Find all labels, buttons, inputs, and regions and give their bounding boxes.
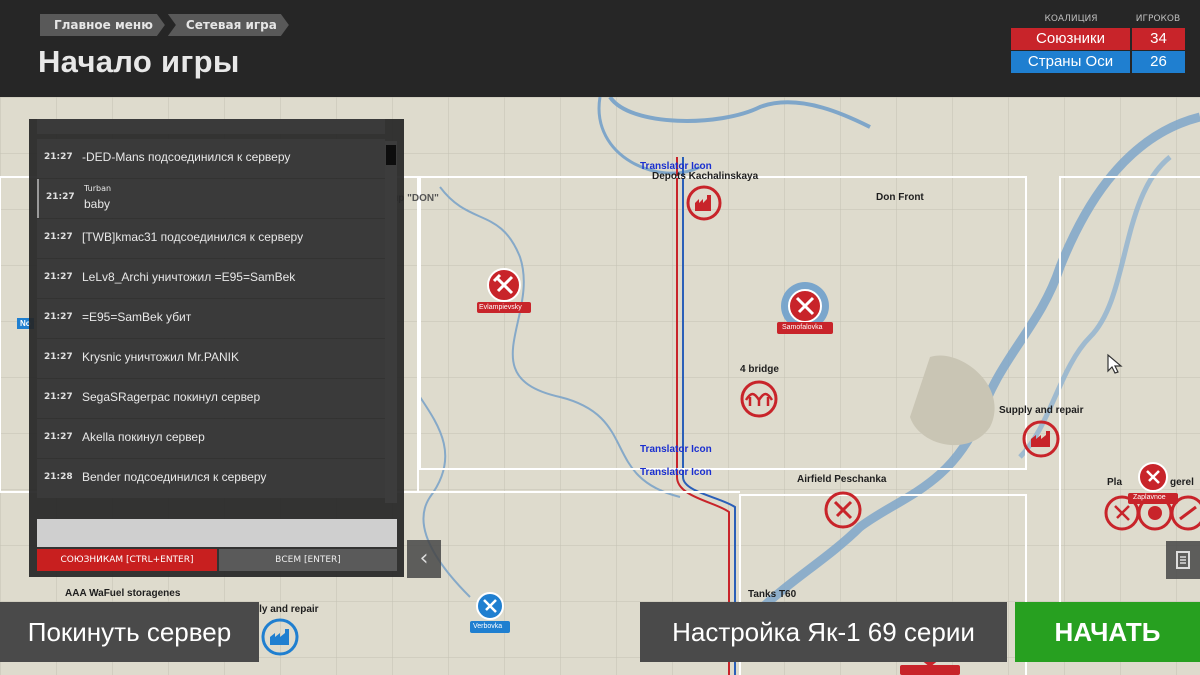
- chat-message-sender: Turban: [84, 184, 112, 193]
- map-label-supply-repair: Supply and repair: [999, 405, 1084, 416]
- chat-message: 21:27 SegaSRagerpac покинул сервер: [37, 379, 385, 418]
- map-label-depots-kachalinskaya: Depots Kachalinskaya: [652, 171, 759, 182]
- supply-marker[interactable]: [1022, 420, 1060, 458]
- chat-message-text: LeLv8_Archi уничтожил =E95=SamBek: [82, 270, 296, 284]
- chat-message-text: Krysnic уничтожил Mr.PANIK: [82, 350, 240, 364]
- coalition-column-header: КОАЛИЦИЯ: [1044, 14, 1098, 24]
- chat-message-text: Akella покинул сервер: [82, 430, 205, 444]
- chat-message-time: 21:27: [44, 152, 73, 162]
- chat-message-list[interactable]: 21:27 -DED-Mans подсоединился к серверу 21…: [37, 139, 385, 503]
- breadcrumb-main-menu[interactable]: Главное меню: [40, 14, 165, 36]
- breadcrumb: Главное меню Сетевая игра: [40, 14, 292, 36]
- chat-message-text: -DED-Mans подсоединился к серверу: [82, 150, 291, 164]
- map-label-aaa: AAA WaFuel storagenes: [65, 588, 181, 599]
- chat-message-time: 21:27: [44, 352, 73, 362]
- chat-message-text: Bender подсоединился к серверу: [82, 470, 267, 484]
- marker-label-zaplavnoe: Zaplavnoe: [1133, 494, 1166, 501]
- chat-message-time: 21:28: [44, 472, 73, 482]
- map-label-translator: Translator Icon: [640, 444, 712, 455]
- marker-label-verbovka: Verbovka: [473, 623, 503, 630]
- list-icon: [1176, 551, 1190, 569]
- chat-message-time: 21:27: [44, 312, 73, 322]
- breadcrumb-network-game[interactable]: Сетевая игра: [168, 14, 289, 36]
- bridge-marker[interactable]: [740, 380, 778, 418]
- plane-setup-button[interactable]: Настройка Як-1 69 серии: [640, 602, 1007, 662]
- chat-message: 21:27 Turban baby: [37, 179, 385, 218]
- marker-label-samofalovka: Samofalovka: [782, 324, 823, 331]
- chat-message-time: 21:27: [44, 432, 73, 442]
- coalition-row-axis: Страны Оси 26: [1011, 51, 1185, 73]
- airfield-peschanka-marker[interactable]: [823, 490, 863, 530]
- chat-message-time: 21:27: [46, 192, 75, 202]
- chat-message: 21:27 Krysnic уничтожил Mr.PANIK: [37, 339, 385, 378]
- players-column-header: ИГРОКОВ: [1135, 14, 1181, 24]
- coalition-player-count: 34: [1132, 28, 1185, 50]
- chat-input[interactable]: [37, 519, 397, 547]
- coalition-row-allies: Союзники 34: [1011, 28, 1185, 50]
- chat-scrollbar[interactable]: [385, 141, 397, 503]
- chat-scroll-thumb[interactable]: [386, 145, 396, 165]
- chat-message: 21:27 -DED-Mans подсоединился к серверу: [37, 139, 385, 178]
- map-label-supply-repair-2: ply and repair: [253, 604, 319, 615]
- map-label-tanks-t60: Tanks T60: [748, 589, 797, 600]
- chat-message-text: SegaSRagerpac покинул сервер: [82, 390, 261, 404]
- collapse-chat-button[interactable]: ‹: [407, 540, 441, 578]
- marker-label-evlampievsky: Evlampievsky: [479, 304, 522, 311]
- send-to-all-button[interactable]: ВСЕМ [ENTER]: [219, 549, 397, 571]
- chat-message: 21:27 LeLv8_Archi уничтожил =E95=SamBek: [37, 259, 385, 298]
- map-menu-button[interactable]: [1166, 541, 1200, 579]
- map-label-don-front: Don Front: [876, 192, 924, 203]
- map-label-translator: Translator Icon: [640, 467, 712, 478]
- leave-server-button[interactable]: Покинуть сервер: [0, 602, 259, 662]
- chevron-left-icon: ‹: [419, 546, 429, 571]
- chat-message-time: 21:27: [44, 232, 73, 242]
- chat-message: 21:27 =E95=SamBek убит: [37, 299, 385, 338]
- chat-message-text: baby: [84, 197, 111, 211]
- top-bar: Главное меню Сетевая игра Начало игры КО…: [0, 0, 1200, 97]
- axis-supply-marker[interactable]: [260, 617, 300, 657]
- chat-message-time: 21:27: [44, 272, 73, 282]
- map-label-4-bridge: 4 bridge: [740, 364, 779, 375]
- page-title: Начало игры: [38, 44, 240, 79]
- depot-marker[interactable]: [686, 185, 722, 221]
- mouse-cursor-icon: [1107, 353, 1123, 374]
- coalition-name: Страны Оси: [1011, 51, 1130, 73]
- map-label-airfield-peschanka: Airfield Peschanka: [797, 474, 887, 485]
- chat-message-text: =E95=SamBek убит: [82, 310, 192, 324]
- chat-message: 21:27 Akella покинул сервер: [37, 419, 385, 458]
- coalition-player-count: 26: [1132, 51, 1185, 73]
- chat-message: 21:27 [TWB]kmac31 подсоединился к серверу: [37, 219, 385, 258]
- start-button[interactable]: НАЧАТЬ: [1015, 602, 1200, 662]
- chat-scrolled-row: [37, 119, 385, 139]
- chat-message-time: 21:27: [44, 392, 73, 402]
- coalition-table: КОАЛИЦИЯ ИГРОКОВ Союзники 34 Страны Оси …: [1011, 14, 1185, 74]
- chat-message: 21:28 Bender подсоединился к серверу: [37, 459, 385, 498]
- send-to-allies-button[interactable]: СОЮЗНИКАМ [CTRL+ENTER]: [37, 549, 217, 571]
- chat-panel: 21:27 -DED-Mans подсоединился к серверу 21…: [29, 119, 404, 577]
- chat-message-text: [TWB]kmac31 подсоединился к серверу: [82, 230, 304, 244]
- coalition-name: Союзники: [1011, 28, 1130, 50]
